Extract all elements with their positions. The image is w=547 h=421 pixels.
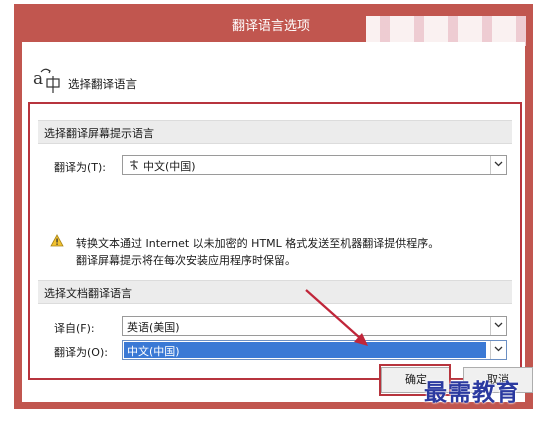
screen-tip-translate-to-label: 翻译为(T):: [54, 161, 107, 174]
warning-icon: [50, 234, 64, 247]
document-heading-text: 选择文档翻译语言: [44, 287, 132, 300]
screen-tip-language-select[interactable]: 中文(中国): [122, 155, 507, 175]
translate-icon: a: [33, 68, 60, 93]
watermark: 最需教育: [424, 379, 520, 406]
chevron-down-icon[interactable]: [490, 341, 506, 359]
translate-from-value: 英语(美国): [127, 321, 180, 334]
screen-tip-heading-text: 选择翻译屏幕提示语言: [44, 127, 154, 140]
annotation-arrow-icon: [305, 289, 368, 346]
highlight-frame: 选择翻译屏幕提示语言 翻译为(T): 中文(中国) 转换文本通过 Interne…: [28, 102, 522, 380]
window-title: 翻译语言选项: [232, 19, 311, 34]
warning-line-2: 翻译屏幕提示将在每次安装应用程序时保留。: [76, 254, 296, 267]
screen-tip-language-value: 中文(中国): [143, 160, 196, 173]
screen-tip-section-heading: 选择翻译屏幕提示语言: [38, 120, 512, 144]
translation-language-dialog: 翻译语言选项 a 选择翻译语言 选择翻译屏幕提示语言 翻译为(T): 中文(中国…: [14, 4, 533, 409]
document-section-heading: 选择文档翻译语言: [38, 280, 512, 304]
dialog-content: a 选择翻译语言 选择翻译屏幕提示语言 翻译为(T): 中文(中国) 转换文本通…: [22, 42, 533, 402]
title-bar[interactable]: 翻译语言选项: [14, 4, 533, 46]
warning-line-1: 转换文本通过 Internet 以未加密的 HTML 格式发送至机器翻译提供程序…: [76, 237, 440, 250]
chevron-down-icon[interactable]: [490, 317, 506, 335]
translate-from-label: 译自(F):: [54, 322, 95, 335]
chevron-down-icon[interactable]: [490, 156, 506, 174]
translate-to-label: 翻译为(O):: [54, 346, 108, 359]
warning-message: 转换文本通过 Internet 以未加密的 HTML 格式发送至机器翻译提供程序…: [76, 235, 506, 269]
language-glyph-icon: [130, 160, 138, 170]
header-label: 选择翻译语言: [68, 77, 137, 91]
